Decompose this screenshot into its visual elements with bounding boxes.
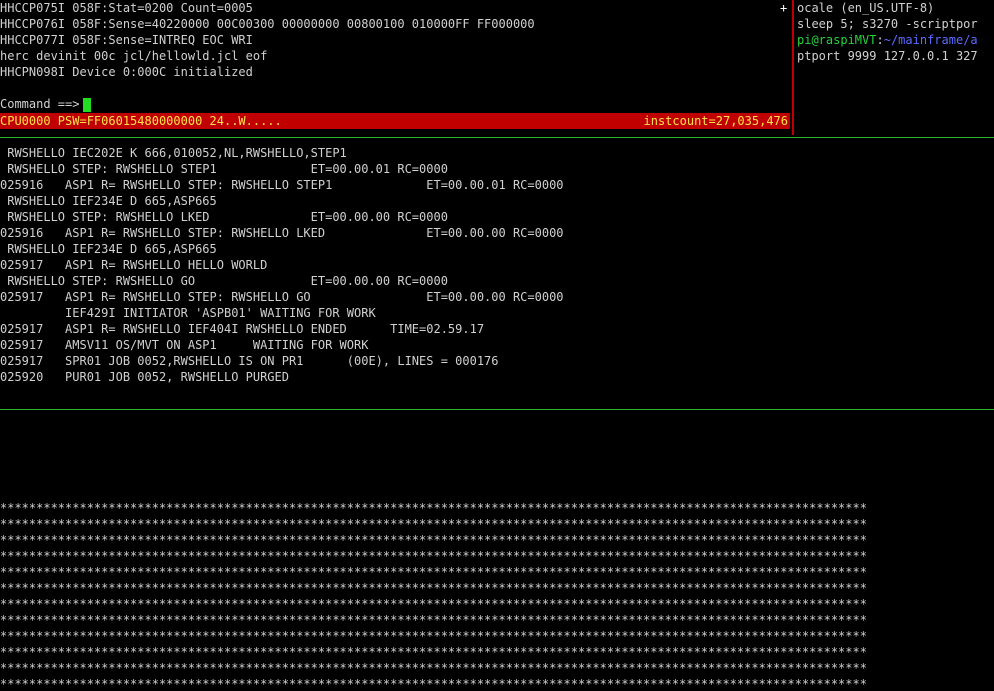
separator-line: ****************************************… [0, 581, 867, 595]
separator-line: ****************************************… [0, 629, 867, 643]
console-line: RWSHELLO STEP: RWSHELLO STEP1 ET=00.00.0… [0, 162, 448, 176]
pane-divider-horizontal[interactable] [0, 409, 994, 410]
command-input[interactable]: Command ==> [0, 96, 92, 112]
console-line: RWSHELLO IEF234E D 665,ASP665 [0, 194, 217, 208]
console-line: 025917 AMSV11 OS/MVT ON ASP1 WAITING FOR… [0, 338, 369, 352]
separator-line: ****************************************… [0, 613, 867, 627]
instruction-count: instcount=27,035,476 [643, 114, 789, 128]
shell-line: ptport 9999 127.0.0.1 327 [797, 49, 978, 63]
console-line: RWSHELLO STEP: RWSHELLO LKED ET=00.00.00… [0, 210, 448, 224]
text-cursor [83, 97, 92, 112]
log-line: herc devinit 00c jcl/hellowld.jcl eof [0, 49, 268, 63]
psw-status: CPU0000 PSW=FF06015480000000 24..W..... [0, 114, 282, 128]
separator-line: ****************************************… [0, 533, 867, 547]
prompt-separator: : [876, 33, 884, 47]
shell-line: ocale (en_US.UTF-8) [797, 1, 935, 15]
separator-line: ****************************************… [0, 517, 867, 531]
console-line: 025916 ASP1 R= RWSHELLO STEP: RWSHELLO L… [0, 226, 564, 240]
log-line: HHCCP075I 058F:Stat=0200 Count=0005 [0, 1, 253, 15]
mvt-console-pane[interactable]: RWSHELLO IEC202E K 666,010052,NL,RWSHELL… [0, 145, 994, 405]
separator-line: ****************************************… [0, 565, 867, 579]
separator-line: ****************************************… [0, 677, 867, 691]
shell-line: sleep 5; s3270 -scriptpor [797, 17, 978, 31]
shell-pane[interactable]: ocale (en_US.UTF-8) sleep 5; s3270 -scri… [794, 0, 994, 135]
log-line: HHCPN098I Device 0:000C initialized [0, 65, 253, 79]
console-line: 025917 ASP1 R= RWSHELLO STEP: RWSHELLO G… [0, 290, 564, 304]
console-line: RWSHELLO IEF234E D 665,ASP665 [0, 242, 217, 256]
console-line: RWSHELLO IEC202E K 666,010052,NL,RWSHELL… [0, 146, 347, 160]
shell-prompt: pi@raspiMVT:~/mainframe/a [797, 32, 978, 48]
separator-line: ****************************************… [0, 549, 867, 563]
separator-line: ****************************************… [0, 661, 867, 675]
console-line: 025917 SPR01 JOB 0052,RWSHELLO IS ON PR1… [0, 354, 499, 368]
console-line: 025917 ASP1 R= RWSHELLO IEF404I RWSHELLO… [0, 322, 485, 336]
log-line: HHCCP076I 058F:Sense=40220000 00C00300 0… [0, 17, 535, 31]
console-line: 025917 ASP1 R= RWSHELLO HELLO WORLD [0, 258, 268, 272]
separator-line: ****************************************… [0, 501, 867, 515]
scroll-marker: + [780, 1, 788, 15]
hercules-console-pane: HHCCP075I 058F:Stat=0200 Count=0005 HHCC… [0, 0, 792, 135]
console-line: RWSHELLO STEP: RWSHELLO GO ET=00.00.00 R… [0, 274, 448, 288]
cpu-status-bar: CPU0000 PSW=FF06015480000000 24..W..... … [0, 113, 790, 129]
prompt-user-host: pi@raspiMVT [797, 33, 877, 47]
command-prompt: Command ==> [0, 97, 80, 111]
separator-line: ****************************************… [0, 597, 867, 611]
pane-divider-horizontal[interactable] [0, 137, 994, 138]
log-line: HHCCP077I 058F:Sense=INTREQ EOC WRI [0, 33, 253, 47]
printer-output-pane[interactable]: ****************************************… [0, 500, 994, 691]
prompt-path: ~/mainframe/a [883, 33, 978, 47]
console-line: 025916 ASP1 R= RWSHELLO STEP: RWSHELLO S… [0, 178, 564, 192]
separator-line: ****************************************… [0, 645, 867, 659]
console-line: IEF429I INITIATOR 'ASPB01' WAITING FOR W… [0, 306, 376, 320]
console-line: 025920 PUR01 JOB 0052, RWSHELLO PURGED [0, 370, 289, 384]
